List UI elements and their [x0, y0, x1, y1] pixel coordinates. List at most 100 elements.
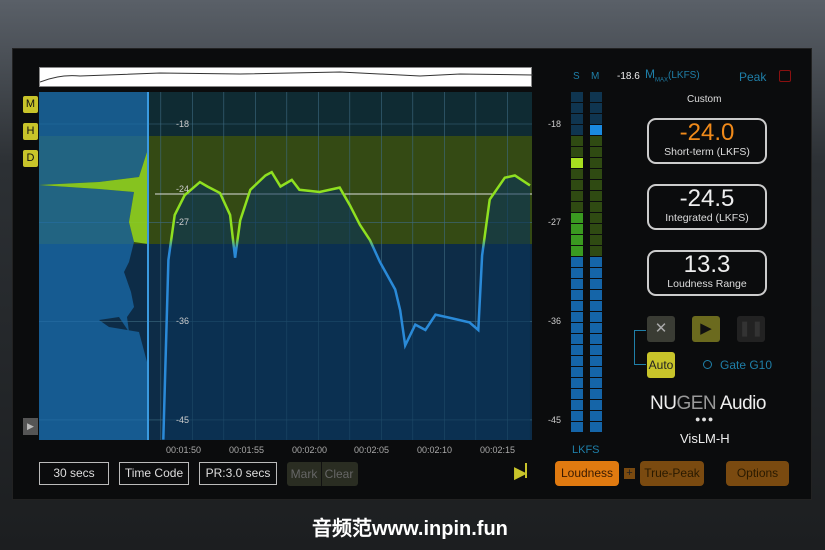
peak-label: Peak — [739, 70, 767, 84]
meter-segment — [590, 92, 602, 102]
meter-segment — [590, 279, 602, 289]
nugen-logo: NUGEN Audio — [650, 393, 766, 414]
meter-segment — [590, 356, 602, 366]
max-value: -18.6 — [617, 71, 640, 82]
meter-segment — [590, 378, 602, 388]
meter-segment — [590, 323, 602, 333]
meter-momentary — [590, 92, 602, 432]
meter-segment — [571, 246, 583, 256]
time-code-button[interactable]: Time Code — [119, 462, 189, 485]
auto-button[interactable]: Auto — [647, 352, 675, 378]
time-tick: 00:01:55 — [229, 445, 265, 455]
meter-segment — [590, 213, 602, 223]
button-h[interactable]: H — [23, 123, 38, 140]
play-icon[interactable]: ▶ — [692, 316, 720, 342]
button-m[interactable]: M — [23, 96, 38, 113]
meter-segment — [571, 103, 583, 113]
meter-segment — [571, 213, 583, 223]
time-tick: 00:02:10 — [417, 445, 453, 455]
meter-segment — [590, 301, 602, 311]
meter-segment — [571, 367, 583, 377]
meter-segment — [590, 158, 602, 168]
meter-segment — [571, 169, 583, 179]
meter-segment — [590, 400, 602, 410]
meter-segment — [590, 103, 602, 113]
meter-tick: -36 — [548, 316, 562, 326]
time-tick: 00:02:05 — [354, 445, 390, 455]
meter-segment — [571, 290, 583, 300]
watermark: 音频范www.inpin.fun — [312, 518, 508, 540]
y-tick: -24 — [176, 184, 190, 194]
meter-segment — [590, 125, 602, 135]
meter-segment — [590, 235, 602, 245]
pr-button[interactable]: PR:3.0 secs — [199, 462, 277, 485]
y-tick: -18 — [176, 119, 190, 129]
options-button[interactable]: Options — [726, 461, 789, 486]
meter-tick: -27 — [548, 217, 562, 227]
meter-segment — [590, 147, 602, 157]
meter-segment — [590, 367, 602, 377]
meter-segment — [590, 345, 602, 355]
reset-icon[interactable]: ✕ — [647, 316, 675, 342]
overview-waveform[interactable] — [39, 67, 534, 87]
meter-segment — [590, 389, 602, 399]
true-peak-button[interactable]: True-Peak — [640, 461, 704, 486]
meter-unit: LKFS — [572, 444, 600, 456]
meter-segment — [590, 246, 602, 256]
button-d[interactable]: D — [23, 150, 38, 167]
meter-segment — [571, 257, 583, 267]
meter-segment — [590, 202, 602, 212]
meter-segment — [590, 136, 602, 146]
meter-segment — [571, 356, 583, 366]
meter-segment — [571, 422, 583, 432]
meter-segment — [571, 312, 583, 322]
meter-segment — [571, 114, 583, 124]
meter-segment — [571, 136, 583, 146]
short-term-readout: -24.0 Short-term (LKFS) — [647, 118, 767, 164]
product-name: VisLM-H — [680, 431, 730, 446]
meter-short-term — [571, 92, 583, 432]
plus-icon[interactable]: + — [624, 468, 635, 479]
meter-tick: -45 — [548, 415, 562, 425]
time-tick: 00:01:50 — [166, 445, 202, 455]
y-tick: -36 — [176, 316, 190, 326]
meter-segment — [571, 345, 583, 355]
window-length-button[interactable]: 30 secs — [39, 462, 109, 485]
y-tick: -45 — [176, 415, 190, 425]
meter-segment — [590, 334, 602, 344]
peak-indicator[interactable] — [779, 70, 791, 82]
meter-segment — [571, 268, 583, 278]
dots-icon: ●●● — [695, 414, 715, 424]
meter-segment — [571, 323, 583, 333]
integrated-readout: -24.5 Integrated (LKFS) — [647, 184, 767, 230]
meter-segment — [590, 422, 602, 432]
meter-segment — [571, 334, 583, 344]
preset-label[interactable]: Custom — [687, 94, 721, 105]
meter-segment — [571, 158, 583, 168]
meter-segment — [571, 180, 583, 190]
meter-s-label: S — [573, 71, 580, 82]
loudness-button[interactable]: Loudness — [555, 461, 619, 486]
meter-segment — [571, 147, 583, 157]
meter-segment — [590, 257, 602, 267]
meter-segment — [590, 224, 602, 234]
meter-segment — [590, 169, 602, 179]
gate-radio[interactable] — [703, 360, 712, 369]
expand-icon[interactable]: ▶ — [23, 418, 38, 435]
meter-segment — [571, 202, 583, 212]
time-tick: 00:02:00 — [292, 445, 328, 455]
pause-icon[interactable]: ❚❚ — [737, 316, 765, 342]
skip-to-end-icon[interactable]: ▶ — [514, 463, 528, 483]
meter-segment — [590, 180, 602, 190]
clear-button[interactable]: Clear — [322, 462, 356, 486]
meter-segment — [571, 301, 583, 311]
meter-segment — [571, 378, 583, 388]
meter-segment — [590, 312, 602, 322]
meter-segment — [571, 389, 583, 399]
meter-segment — [571, 125, 583, 135]
meter-segment — [571, 235, 583, 245]
meter-segment — [590, 290, 602, 300]
mark-button[interactable]: Mark — [287, 462, 322, 486]
gate-label: Gate G10 — [720, 358, 773, 372]
time-tick: 00:02:15 — [480, 445, 516, 455]
